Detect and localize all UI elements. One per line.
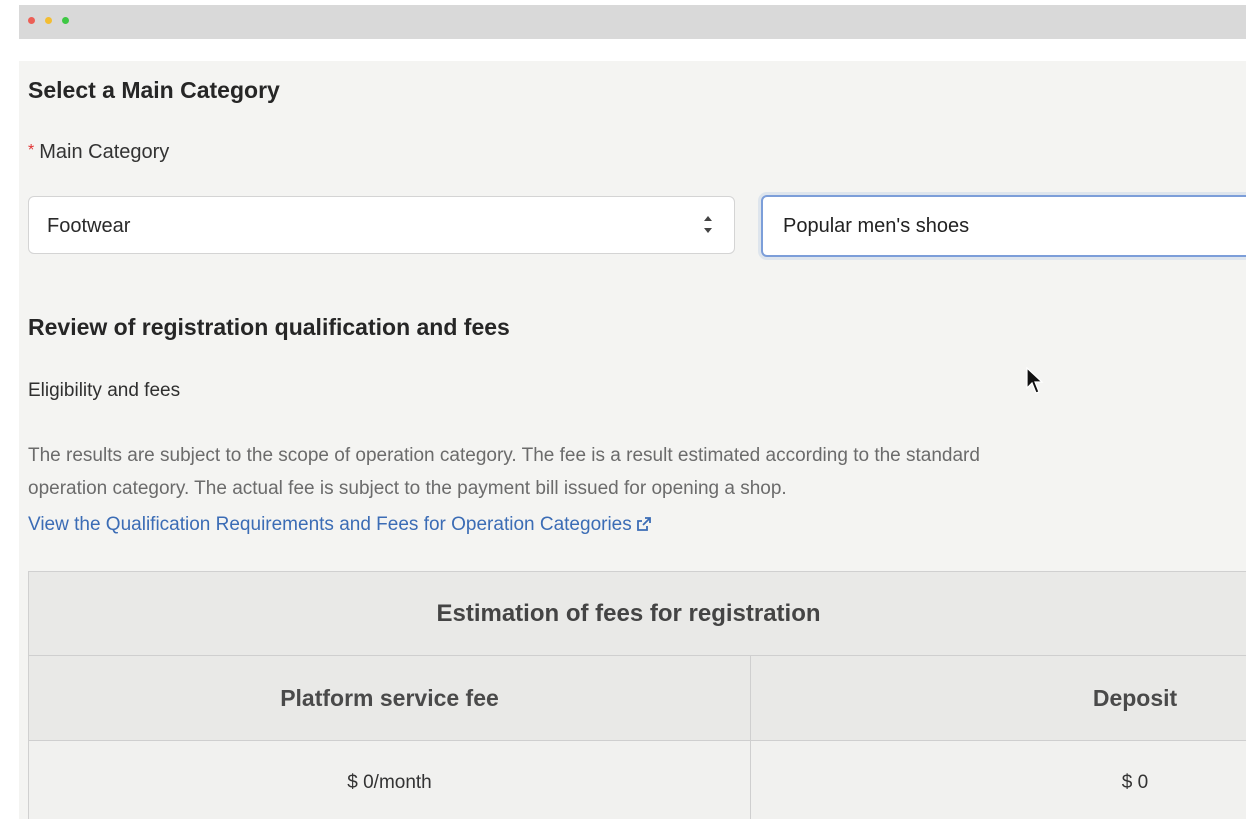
- minimize-window-button[interactable]: [45, 17, 52, 24]
- mouse-pointer-icon: [1026, 366, 1044, 400]
- page-top-strip: [19, 39, 1246, 61]
- platform-service-fee-header: Platform service fee: [280, 684, 499, 711]
- header-cell-service-fee: Platform service fee: [29, 656, 751, 740]
- qualification-requirements-link-text: View the Qualification Requirements and …: [28, 514, 632, 535]
- deposit-header: Deposit: [1092, 684, 1178, 711]
- main-category-label-text: Main Category: [39, 141, 170, 163]
- fee-description-line-1: The results are subject to the scope of …: [28, 445, 980, 466]
- main-category-label: * Main Category: [28, 141, 169, 164]
- main-category-value: Footwear: [47, 215, 131, 237]
- fee-estimation-table: Estimation of fees for registration Plat…: [28, 571, 1246, 819]
- eligibility-subtitle: Eligibility and fees: [28, 380, 181, 401]
- table-header-row: Platform service fee Deposit: [29, 656, 1246, 741]
- main-category-select[interactable]: Footwear: [28, 196, 735, 254]
- qualification-requirements-link[interactable]: View the Qualification Requirements and …: [28, 514, 652, 538]
- deposit-cell: $ 0: [751, 741, 1246, 819]
- table-title-cell: Estimation of fees for registration: [29, 572, 1246, 655]
- service-fee-value: $ 0/month: [347, 772, 432, 793]
- browser-window: Select a Main Category * Main Category Fo…: [19, 5, 1246, 819]
- fee-description-line-2: operation category. The actual fee is su…: [28, 478, 787, 499]
- service-fee-cell: $ 0/month: [29, 741, 751, 819]
- title-bar: [19, 5, 1246, 39]
- table-title: Estimation of fees for registration: [436, 599, 821, 627]
- external-link-icon: [636, 516, 652, 538]
- table-row: $ 0/month $ 0: [29, 741, 1246, 819]
- up-down-chevron-icon: [702, 211, 714, 239]
- maximize-window-button[interactable]: [62, 17, 69, 24]
- required-mark: *: [28, 142, 35, 159]
- review-title: Review of registration qualification and…: [28, 314, 510, 340]
- table-title-row: Estimation of fees for registration: [29, 572, 1246, 656]
- section-title: Select a Main Category: [28, 77, 280, 103]
- fee-description: The results are subject to the scope of …: [28, 439, 1246, 505]
- deposit-value: $ 0: [1121, 772, 1149, 793]
- subcategory-input[interactable]: [761, 195, 1246, 257]
- header-cell-deposit: Deposit: [751, 656, 1246, 740]
- close-window-button[interactable]: [28, 17, 35, 24]
